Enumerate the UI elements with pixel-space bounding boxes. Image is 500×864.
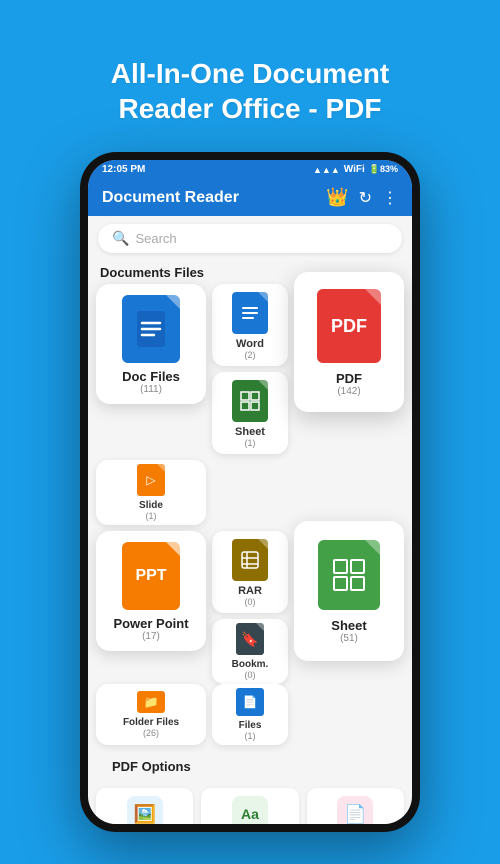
signal-icon: ▲▲▲ — [313, 165, 340, 175]
search-placeholder: Search — [135, 231, 176, 246]
text-to-option[interactable]: Aa Text to — [201, 788, 298, 824]
word-icon — [232, 292, 268, 334]
search-icon: 🔍 — [112, 230, 129, 247]
powerpoint-label: Power Point — [113, 616, 188, 631]
sheet-icon-1 — [232, 380, 268, 422]
sheet-label-2: Sheet — [331, 618, 366, 633]
powerpoint-icon: PPT — [122, 542, 180, 610]
pdf-to-option[interactable]: 📄 PDF to — [307, 788, 404, 824]
pdf-icon: PDF — [317, 289, 381, 363]
pdf-options-section: PDF Options — [88, 751, 412, 782]
pdf-to-icon: 📄 — [337, 796, 373, 824]
wifi-icon: WiFi — [344, 164, 365, 175]
sheet-icon-2 — [318, 540, 380, 610]
app-header: All-In-One DocumentReader Office - PDF — [0, 0, 500, 162]
pdf-count: (142) — [337, 386, 360, 397]
app-bar: Document Reader 👑 ↻ ⋮ — [88, 179, 412, 216]
bookmark-icon: 🔖 — [236, 623, 264, 655]
word-count: (2) — [245, 350, 256, 360]
status-bar: 12:05 PM ▲▲▲ WiFi 🔋83% — [88, 160, 412, 179]
more-options-icon[interactable]: ⋮ — [382, 188, 398, 208]
sheet-card-2[interactable]: Sheet (51) — [294, 521, 404, 661]
folder-count: (26) — [143, 728, 159, 738]
slide-card[interactable]: ▷ Slide (1) — [96, 460, 206, 525]
sheet-card-1[interactable]: Sheet (1) — [212, 372, 288, 454]
image-icon: 🖼️ — [127, 796, 163, 824]
phone-frame: 12:05 PM ▲▲▲ WiFi 🔋83% Document Reader 👑… — [80, 152, 420, 832]
sheet-count-1: (1) — [245, 438, 256, 448]
crown-icon[interactable]: 👑 — [326, 187, 348, 208]
doc-files-label: Doc Files — [122, 369, 180, 384]
bookmark-count: (0) — [245, 670, 256, 680]
slide-count: (1) — [146, 511, 157, 521]
pdf-label: PDF — [336, 371, 362, 386]
text-icon: Aa — [232, 796, 268, 824]
powerpoint-count: (17) — [142, 631, 160, 642]
rar-icon — [232, 539, 268, 581]
folder-label: Folder Files — [123, 717, 179, 728]
doc-files-card[interactable]: Doc Files (111) — [96, 284, 206, 404]
sheet-label-1: Sheet — [235, 426, 265, 438]
status-icons: ▲▲▲ WiFi 🔋83% — [313, 164, 398, 175]
battery-icon: 🔋83% — [369, 164, 398, 175]
folder-card[interactable]: 📁 Folder Files (26) — [96, 684, 206, 745]
search-bar[interactable]: 🔍 Search — [98, 224, 402, 253]
app-bar-actions: 👑 ↻ ⋮ — [326, 187, 398, 208]
doc-files-icon — [122, 295, 180, 363]
rar-label: RAR — [238, 585, 262, 597]
pdf-options-title: PDF Options — [100, 755, 400, 778]
files-label: Files — [239, 720, 262, 731]
bookmark-card[interactable]: 🔖 Bookm. (0) — [212, 619, 288, 684]
pdf-options-grid: 🖼️ Image to Aa Text to 📄 PDF to — [88, 782, 412, 824]
scroll-area[interactable]: Documents Files — [88, 261, 412, 824]
bookmark-label: Bookm. — [232, 659, 269, 670]
pdf-card[interactable]: PDF PDF (142) — [294, 272, 404, 412]
app-bar-title: Document Reader — [102, 189, 239, 207]
image-to-pdf-option[interactable]: 🖼️ Image to — [96, 788, 193, 824]
doc-files-count: (111) — [140, 384, 162, 395]
refresh-icon[interactable]: ↻ — [359, 188, 372, 208]
folder-icon: 📁 — [137, 691, 165, 713]
slide-icon: ▷ — [137, 464, 165, 496]
sheet-count-2: (51) — [340, 633, 358, 644]
files-card[interactable]: 📄 Files (1) — [212, 684, 288, 745]
phone-screen: 12:05 PM ▲▲▲ WiFi 🔋83% Document Reader 👑… — [88, 160, 412, 824]
word-label: Word — [236, 338, 264, 350]
rar-count: (0) — [245, 597, 256, 607]
powerpoint-card[interactable]: PPT Power Point (17) — [96, 531, 206, 651]
files-icon: 📄 — [236, 688, 264, 716]
word-card[interactable]: Word (2) — [212, 284, 288, 366]
status-time: 12:05 PM — [102, 164, 145, 175]
files-count: (1) — [245, 731, 256, 741]
slide-label: Slide — [139, 500, 163, 511]
app-title: All-In-One DocumentReader Office - PDF — [30, 28, 470, 146]
rar-card[interactable]: RAR (0) — [212, 531, 288, 613]
